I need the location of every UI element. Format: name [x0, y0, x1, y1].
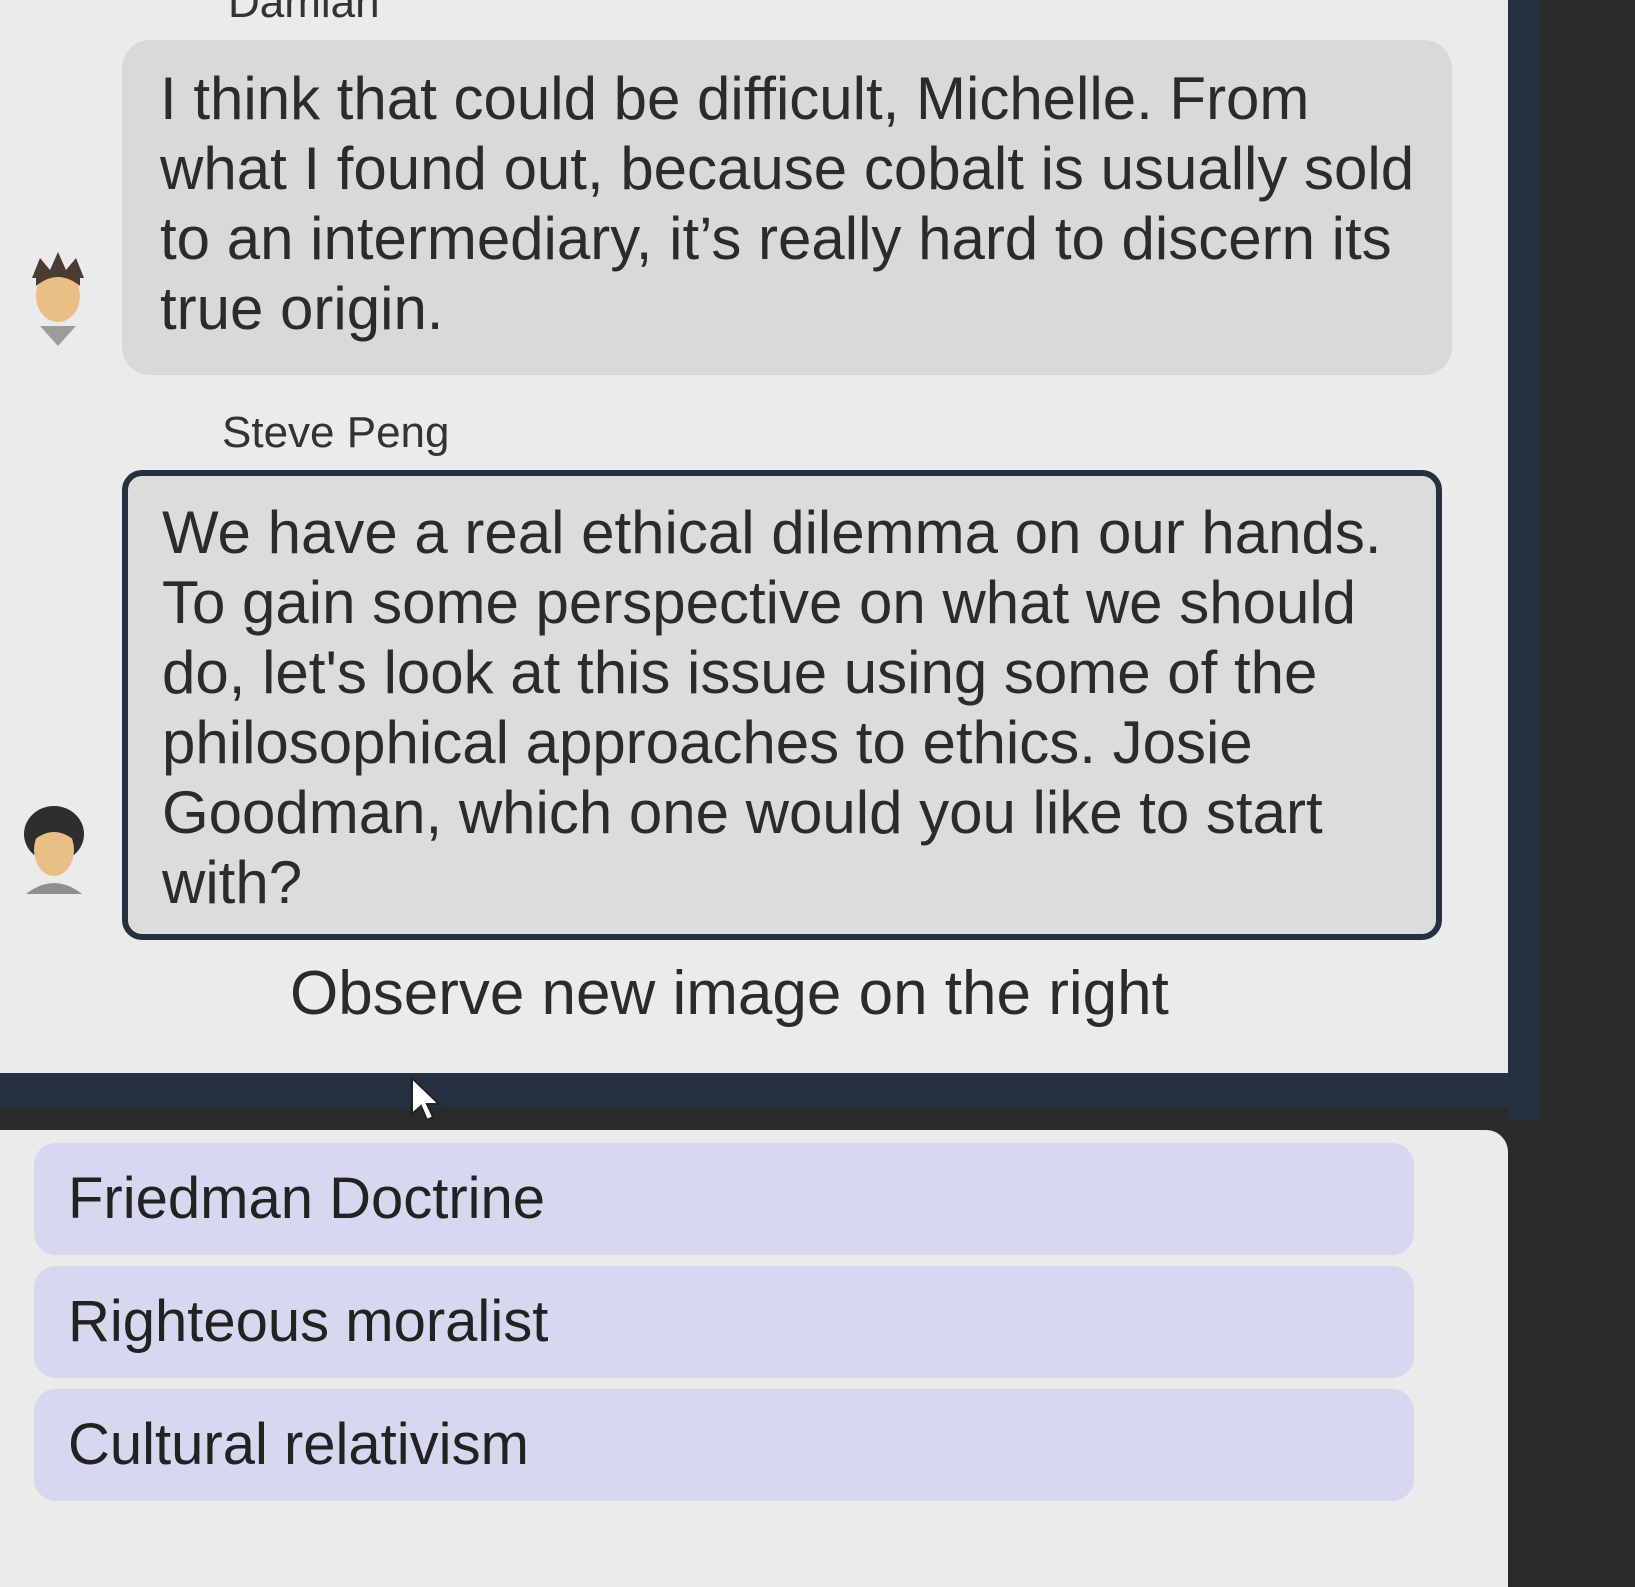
instruction-text: Observe new image on the right [290, 959, 1169, 1028]
avatar-damian-icon [32, 252, 84, 346]
message-bubble-steve-peng: We have a real ethical dilemma on our ha… [122, 470, 1442, 940]
option-cultural-relativism[interactable]: Cultural relativism [34, 1389, 1414, 1501]
avatar-steve-icon [24, 806, 84, 894]
option-friedman-doctrine[interactable]: Friedman Doctrine [34, 1143, 1414, 1255]
message-bubble-damian: I think that could be difficult, Michell… [122, 40, 1452, 375]
speaker-name-steve-peng: Steve Peng [222, 408, 450, 457]
speaker-name-damian: Damian [228, 0, 380, 27]
option-righteous-moralist[interactable]: Righteous moralist [34, 1266, 1414, 1378]
panel-divider [0, 1073, 1508, 1107]
mouse-cursor-icon [411, 1076, 442, 1122]
panel-border-right [1508, 0, 1540, 1120]
